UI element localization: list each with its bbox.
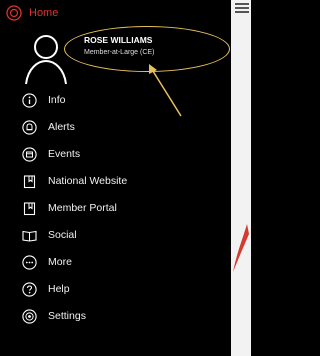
- gear-icon: [22, 308, 37, 324]
- question-icon: [22, 281, 37, 297]
- menu-item-help[interactable]: Help: [22, 280, 70, 298]
- menu-item-label: Events: [48, 148, 81, 160]
- menu-item-label: More: [48, 256, 72, 268]
- more-dots-icon: [22, 254, 37, 270]
- side-menu-panel: Home ROSE WILLIAMS Member-at-Large (CE) …: [0, 0, 231, 356]
- menu-item-national-website[interactable]: National Website: [22, 172, 127, 190]
- menu-item-more[interactable]: More: [22, 253, 72, 271]
- calendar-icon: [22, 146, 37, 162]
- menu-item-label: Member Portal: [48, 202, 117, 214]
- menu-item-member-portal[interactable]: Member Portal: [22, 199, 117, 217]
- menu-item-label: National Website: [48, 175, 128, 187]
- menu-item-label: Info: [48, 94, 66, 106]
- menu-item-events[interactable]: Events: [22, 145, 80, 163]
- info-icon: [22, 92, 37, 108]
- bookmark-icon: [22, 201, 37, 216]
- menu-item-social[interactable]: Social: [22, 226, 77, 244]
- menu-item-label: Settings: [48, 310, 86, 322]
- menu-item-label: Social: [48, 229, 77, 241]
- underlying-content[interactable]: [231, 0, 251, 356]
- book-open-icon: [22, 228, 37, 243]
- menu-item-label: Help: [48, 283, 70, 295]
- home-logo-icon: [6, 5, 22, 21]
- annotation-arrow: [149, 64, 182, 117]
- hamburger-menu-icon[interactable]: [235, 3, 249, 13]
- menu-item-info[interactable]: Info: [22, 91, 66, 109]
- bookmark-icon: [22, 174, 37, 189]
- menu-item-settings[interactable]: Settings: [22, 307, 86, 325]
- app-screen: Home ROSE WILLIAMS Member-at-Large (CE) …: [0, 0, 251, 356]
- avatar-icon: [25, 35, 67, 85]
- menu-item-label: Alerts: [48, 121, 75, 133]
- brand-swoosh-icon: [233, 224, 249, 272]
- home-link[interactable]: Home: [6, 4, 58, 22]
- home-label: Home: [29, 7, 59, 19]
- bell-icon: [22, 119, 37, 135]
- menu-item-alerts[interactable]: Alerts: [22, 118, 75, 136]
